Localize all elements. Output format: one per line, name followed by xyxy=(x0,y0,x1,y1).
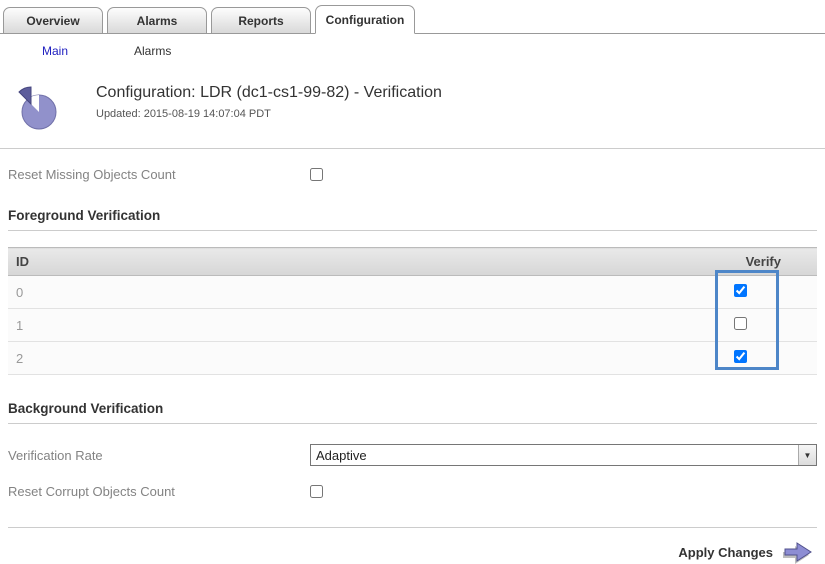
verification-rate-row: Verification Rate Adaptive ▼ xyxy=(8,444,817,466)
table-header-row: ID Verify xyxy=(8,248,817,276)
verify-checkbox[interactable] xyxy=(734,350,747,363)
tab-configuration[interactable]: Configuration xyxy=(315,5,415,34)
reset-corrupt-objects-checkbox[interactable] xyxy=(310,485,323,498)
verification-rate-select[interactable]: Adaptive ▼ xyxy=(310,444,817,466)
apply-changes-button[interactable]: Apply Changes xyxy=(678,545,773,560)
reset-missing-objects-row: Reset Missing Objects Count xyxy=(8,167,817,182)
foreground-verification-heading: Foreground Verification xyxy=(8,208,817,223)
tab-alarms[interactable]: Alarms xyxy=(107,7,207,34)
verify-column-header: Verify xyxy=(204,248,818,276)
main-content: Reset Missing Objects Count Foreground V… xyxy=(0,167,825,564)
select-value: Adaptive xyxy=(311,448,367,463)
divider xyxy=(8,423,817,424)
table-row: 2 xyxy=(8,342,817,375)
reset-missing-objects-label: Reset Missing Objects Count xyxy=(8,167,310,182)
reset-corrupt-objects-row: Reset Corrupt Objects Count xyxy=(8,484,817,499)
pie-chart-icon xyxy=(10,84,62,132)
reset-corrupt-objects-label: Reset Corrupt Objects Count xyxy=(8,484,310,499)
background-verification-heading: Background Verification xyxy=(8,401,817,416)
page-header: Configuration: LDR (dc1-cs1-99-82) - Ver… xyxy=(0,68,825,148)
apply-changes-row: Apply Changes xyxy=(8,540,817,564)
tab-reports[interactable]: Reports xyxy=(211,7,311,34)
row-id: 1 xyxy=(8,309,204,342)
sub-navigation: Main Alarms xyxy=(0,34,825,68)
tab-overview[interactable]: Overview xyxy=(3,7,103,34)
tab-bar: Overview Alarms Reports Configuration xyxy=(0,0,825,34)
header-text: Configuration: LDR (dc1-cs1-99-82) - Ver… xyxy=(96,84,442,120)
updated-timestamp: Updated: 2015-08-19 14:07:04 PDT xyxy=(96,108,442,120)
subnav-alarms[interactable]: Alarms xyxy=(134,44,171,58)
id-column-header: ID xyxy=(8,248,204,276)
divider xyxy=(8,527,817,528)
verification-table: ID Verify 0 1 2 xyxy=(8,247,817,375)
subnav-main[interactable]: Main xyxy=(42,44,68,58)
table-row: 1 xyxy=(8,309,817,342)
row-id: 2 xyxy=(8,342,204,375)
verify-checkbox[interactable] xyxy=(734,284,747,297)
chevron-down-icon: ▼ xyxy=(798,445,816,465)
reset-missing-objects-checkbox[interactable] xyxy=(310,168,323,181)
apply-changes-arrow-icon[interactable] xyxy=(781,540,815,564)
verify-checkbox[interactable] xyxy=(734,317,747,330)
table-row: 0 xyxy=(8,276,817,309)
divider xyxy=(0,148,825,149)
verification-rate-label: Verification Rate xyxy=(8,448,310,463)
row-id: 0 xyxy=(8,276,204,309)
page-title: Configuration: LDR (dc1-cs1-99-82) - Ver… xyxy=(96,84,442,102)
divider xyxy=(8,230,817,231)
